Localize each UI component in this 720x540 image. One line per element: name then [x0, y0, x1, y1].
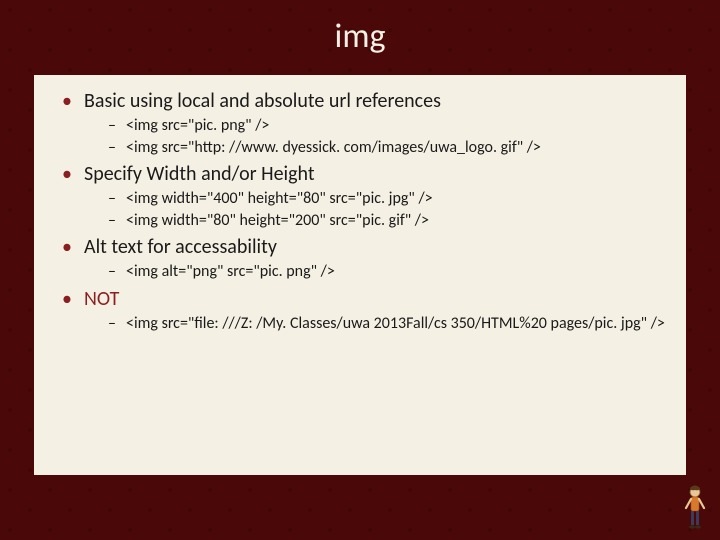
list-item-label: Alt text for accessability — [84, 235, 277, 259]
slide-title: img — [0, 0, 720, 75]
sub-list-item: <img src="file: ///Z: /My. Classes/uwa 2… — [108, 313, 666, 335]
list-item: Alt text for accessability <img alt="png… — [62, 235, 666, 283]
sub-list-item: <img width="400" height="80" src="pic. j… — [108, 188, 666, 210]
content-panel: Basic using local and absolute url refer… — [34, 75, 686, 475]
list-item: Basic using local and absolute url refer… — [62, 89, 666, 158]
sub-list-item: <img src="pic. png" /> — [108, 115, 666, 137]
list-item-label: Basic using local and absolute url refer… — [84, 89, 441, 113]
list-item-label: NOT — [84, 287, 119, 311]
sub-list-item: <img alt="png" src="pic. png" /> — [108, 261, 666, 283]
list-item: Specify Width and/or Height <img width="… — [62, 162, 666, 231]
sub-list-item: <img src="http: //www. dyessick. com/ima… — [108, 137, 666, 159]
list-item-label: Specify Width and/or Height — [84, 162, 315, 186]
sub-list: <img alt="png" src="pic. png" /> — [84, 261, 666, 283]
sub-list-item: <img width="80" height="200" src="pic. g… — [108, 210, 666, 232]
mascot-icon — [678, 484, 712, 534]
sub-list: <img src="file: ///Z: /My. Classes/uwa 2… — [84, 313, 666, 335]
list-item: NOT <img src="file: ///Z: /My. Classes/u… — [62, 287, 666, 335]
bullet-list: Basic using local and absolute url refer… — [54, 89, 666, 335]
sub-list: <img width="400" height="80" src="pic. j… — [84, 188, 666, 231]
sub-list: <img src="pic. png" /> <img src="http: /… — [84, 115, 666, 158]
